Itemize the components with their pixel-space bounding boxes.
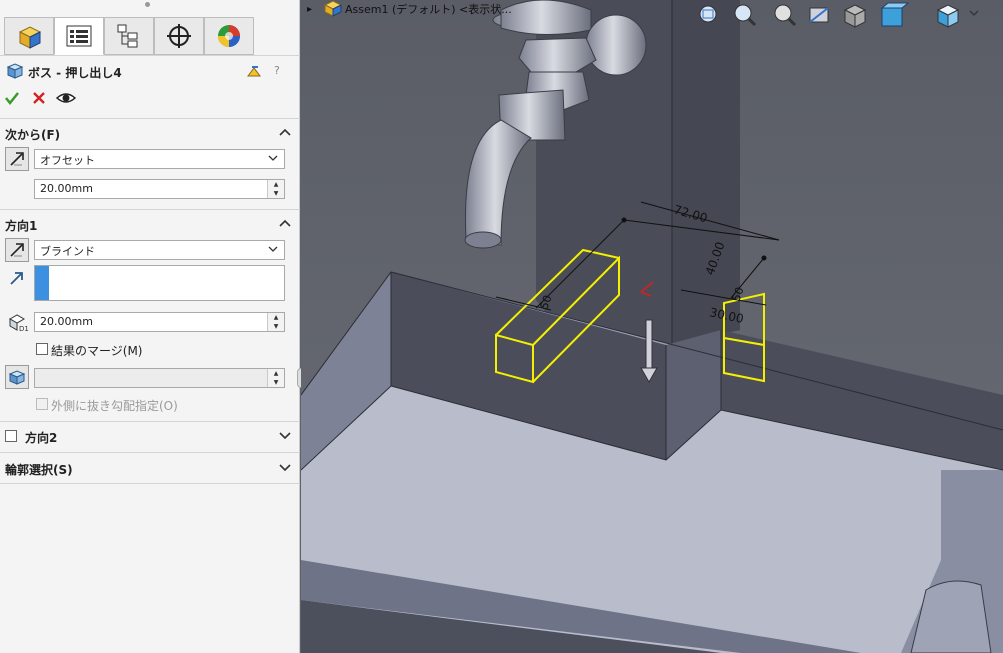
draft-toggle-button[interactable] xyxy=(5,365,29,389)
tree-expand-arrow[interactable]: ▸ xyxy=(307,4,312,15)
display-manager-tab[interactable] xyxy=(204,17,254,55)
from-type-value: オフセット xyxy=(40,154,95,167)
propertymanager-icon xyxy=(66,25,92,47)
detailed-preview-icon[interactable] xyxy=(246,64,262,78)
chevron-up-icon[interactable] xyxy=(278,216,292,230)
depth-spinner[interactable]: ▲ ▼ xyxy=(267,313,284,331)
color-sphere-icon xyxy=(218,25,240,47)
reverse-direction-button[interactable] xyxy=(5,238,29,262)
chevron-down-icon[interactable] xyxy=(278,429,292,443)
section-view-icon[interactable] xyxy=(809,7,829,23)
hide-show-items-icon[interactable] xyxy=(936,4,960,28)
model-view[interactable]: 72.00 40.00 30.00 50 50 ▸ Assem1 (デフォルト)… xyxy=(301,0,1003,653)
merge-result-checkbox[interactable] xyxy=(36,343,48,355)
reverse-arrow-icon xyxy=(10,243,24,257)
panel-grip[interactable] xyxy=(145,2,150,7)
merge-result-label: 結果のマージ(M) xyxy=(51,344,143,358)
direction-selection-box[interactable] xyxy=(34,265,285,301)
chevron-down-icon xyxy=(268,155,278,161)
direction1-header[interactable]: 方向1 xyxy=(5,217,37,234)
propertymanager-tab[interactable] xyxy=(54,17,104,55)
property-manager: ボス - 押し出し4 ? 次から(F) オフセット 20.00mm ▲ ▼ 方向1 xyxy=(0,0,300,653)
graphics-viewport[interactable]: 72.00 40.00 30.00 50 50 ▸ Assem1 (デフォルト)… xyxy=(301,0,1003,653)
draft-icon xyxy=(8,370,26,385)
from-direction-button[interactable] xyxy=(5,147,29,171)
view-orientation-icon[interactable] xyxy=(843,4,867,28)
draft-angle-input[interactable]: ▲ ▼ xyxy=(34,368,285,388)
breadcrumb[interactable]: Assem1 (デフォルト) <表示状... xyxy=(345,2,512,16)
draft-outward-checkbox[interactable] xyxy=(36,398,48,410)
help-icon[interactable]: ? xyxy=(274,64,280,77)
draft-spinner[interactable]: ▲ ▼ xyxy=(267,369,284,387)
offset-spinner[interactable]: ▲ ▼ xyxy=(267,180,284,198)
boss-extrude-icon xyxy=(6,63,24,79)
zoom-to-fit-icon[interactable] xyxy=(699,5,717,23)
depth-input[interactable]: 20.00mm ▲ ▼ xyxy=(34,312,285,332)
feature-title: ボス - 押し出し4 xyxy=(28,66,122,80)
direction-vector-icon xyxy=(10,272,23,285)
chevron-down-icon xyxy=(268,246,278,252)
svg-text:D1: D1 xyxy=(19,325,29,332)
arrow-direction-icon xyxy=(10,152,24,166)
from-section-header[interactable]: 次から(F) xyxy=(5,126,60,143)
chevron-down-icon[interactable] xyxy=(278,461,292,475)
manager-tab-bar xyxy=(0,12,300,56)
ok-checkmark-icon[interactable] xyxy=(4,90,20,106)
chevron-up-icon[interactable] xyxy=(278,125,292,139)
crosshair-icon xyxy=(167,24,191,48)
from-offset-value: 20.00mm xyxy=(40,182,93,195)
contours-header[interactable]: 輪郭選択(S) xyxy=(5,461,73,478)
from-offset-input[interactable]: 20.00mm ▲ ▼ xyxy=(34,179,285,199)
eye-preview-icon[interactable] xyxy=(56,90,76,106)
assembly-icon xyxy=(323,0,343,17)
configurationmanager-tab[interactable] xyxy=(104,17,154,55)
direction2-checkbox[interactable] xyxy=(5,430,17,442)
direction2-header[interactable]: 方向2 xyxy=(25,429,57,446)
featuremanager-icon xyxy=(18,26,42,49)
featuremanager-tab[interactable] xyxy=(4,17,54,55)
depth-icon: D1 xyxy=(8,314,29,332)
dimxpert-tab[interactable] xyxy=(154,17,204,55)
end-condition-value: ブラインド xyxy=(40,245,95,258)
selection-active-indicator xyxy=(35,266,49,300)
configurationmanager-icon xyxy=(117,24,138,48)
end-condition-select[interactable]: ブラインド xyxy=(34,240,285,260)
depth-value: 20.00mm xyxy=(40,315,93,328)
from-type-select[interactable]: オフセット xyxy=(34,149,285,169)
draft-outward-label: 外側に抜き勾配指定(O) xyxy=(51,399,178,413)
cancel-x-icon[interactable] xyxy=(31,90,47,106)
